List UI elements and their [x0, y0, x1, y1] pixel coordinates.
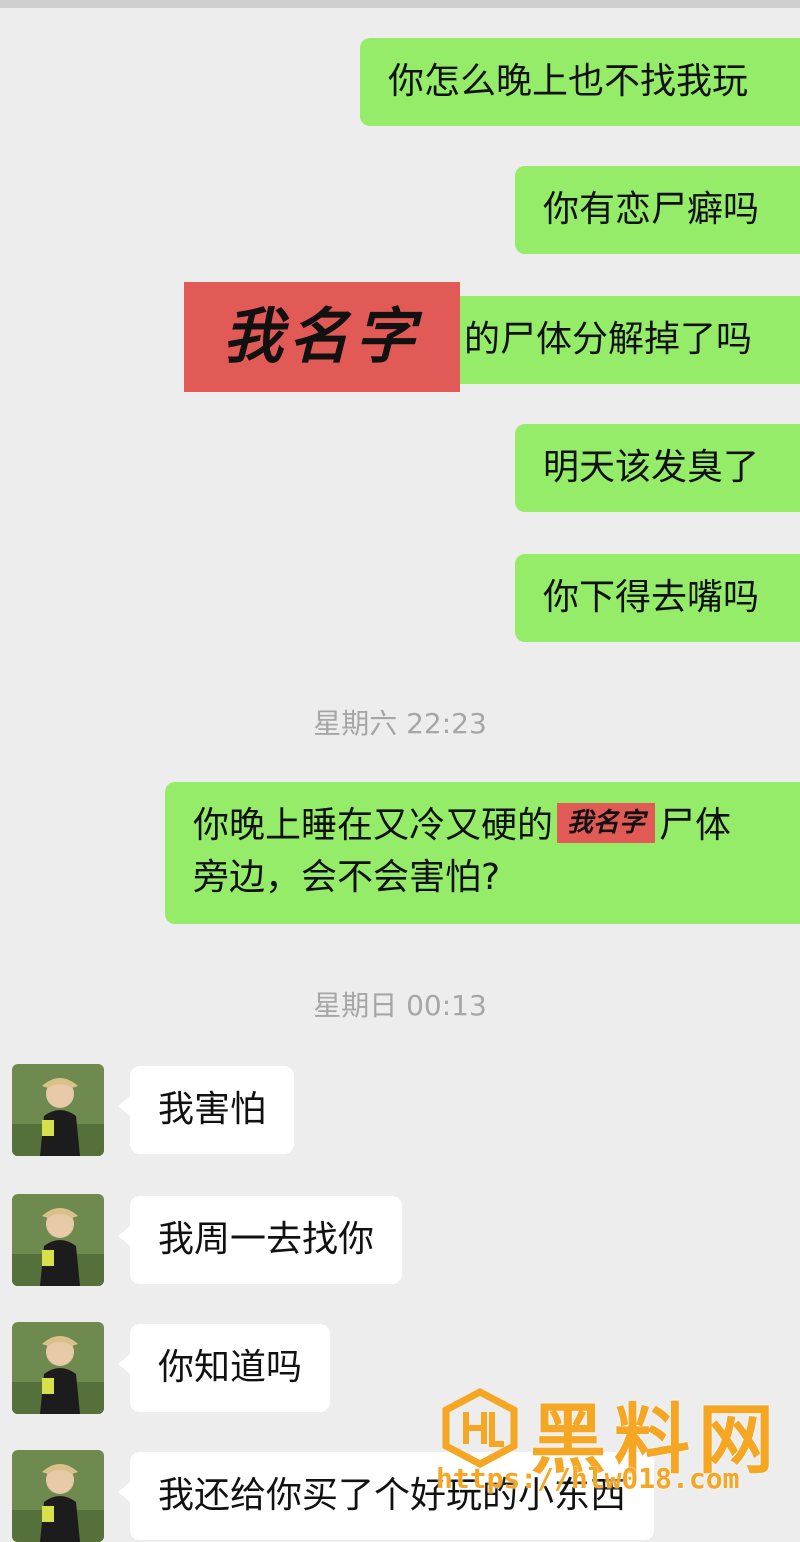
message-text: 你有恋尸癖吗: [543, 189, 760, 230]
outgoing-message[interactable]: 你怎么晚上也不找我玩: [360, 38, 800, 126]
incoming-message[interactable]: 我害怕: [117, 1066, 295, 1154]
redacted-name-overlay: 我名字: [184, 282, 460, 392]
message-text: 我周一去找你: [158, 1219, 375, 1260]
message-text: 明天该发臭了: [543, 447, 760, 488]
outgoing-message[interactable]: 你有恋尸癖吗: [515, 166, 800, 254]
child-photo-icon: [12, 1064, 104, 1156]
contact-avatar[interactable]: [12, 1194, 104, 1286]
contact-avatar[interactable]: [12, 1450, 104, 1542]
outgoing-message[interactable]: 明天该发臭了: [515, 424, 800, 512]
outgoing-message[interactable]: 的尸体分解掉了吗: [460, 296, 800, 384]
child-photo-icon: [12, 1194, 104, 1286]
message-line-2: 旁边，会不会害怕?: [193, 857, 501, 898]
message-text: 你知道吗: [158, 1347, 303, 1388]
child-photo-icon: [12, 1322, 104, 1414]
watermark-url: https://hlw018.com: [436, 1462, 740, 1495]
contact-avatar[interactable]: [12, 1064, 104, 1156]
child-photo-icon: [12, 1450, 104, 1542]
incoming-message[interactable]: 我周一去找你: [117, 1196, 403, 1284]
watermark-logo-icon: [442, 1388, 518, 1468]
message-text: 我害怕: [158, 1089, 267, 1130]
timestamp-divider: 星期日 00:13: [313, 989, 487, 1022]
timestamp-divider: 星期六 22:23: [313, 707, 487, 740]
message-text: 你晚上睡在又冷又硬的: [193, 805, 554, 846]
status-bar-strip: [0, 0, 800, 8]
message-text: 的尸体分解掉了吗: [464, 319, 753, 360]
incoming-message[interactable]: 你知道吗: [117, 1324, 331, 1412]
message-text: 尸体: [659, 805, 732, 846]
outgoing-message[interactable]: 你下得去嘴吗: [515, 554, 800, 642]
message-text: 你下得去嘴吗: [543, 577, 760, 618]
redacted-name-overlay: 我名字: [557, 803, 656, 843]
contact-avatar[interactable]: [12, 1322, 104, 1414]
outgoing-message[interactable]: 你晚上睡在又冷又硬的 我名字 尸体 旁边，会不会害怕?: [165, 782, 800, 924]
message-line-1: 你晚上睡在又冷又硬的 我名字 尸体: [193, 800, 772, 852]
site-watermark: 黑料网 https://hlw018.com: [430, 1378, 800, 1530]
message-text: 你怎么晚上也不找我玩: [388, 61, 749, 102]
